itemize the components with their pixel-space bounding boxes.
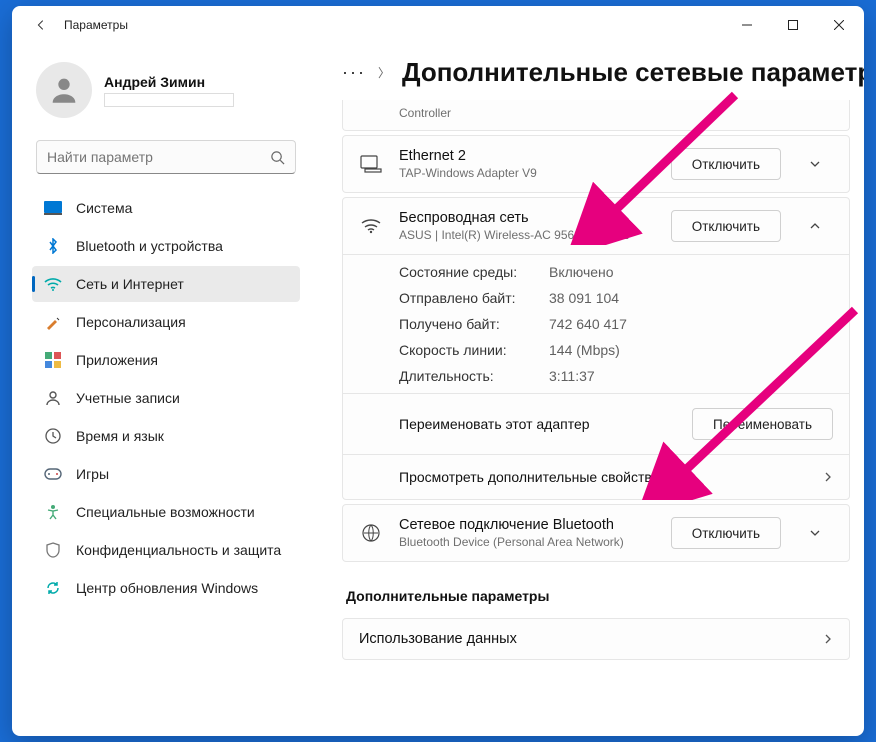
detail-label: Получено байт: — [399, 316, 549, 332]
settings-window: Параметры Андрей Зимин Систе — [12, 6, 864, 736]
search-input[interactable] — [47, 149, 270, 165]
disable-button[interactable]: Отключить — [671, 148, 781, 180]
adapter-subtitle: ASUS | Intel(R) Wireless-AC 9560 160MHz — [399, 228, 655, 242]
accessibility-icon — [44, 503, 62, 521]
nav-label: Bluetooth и устройства — [76, 238, 223, 254]
detail-value: Включено — [549, 264, 614, 280]
nav-label: Учетные записи — [76, 390, 180, 406]
nav-gaming[interactable]: Игры — [32, 456, 300, 492]
nav-label: Система — [76, 200, 132, 216]
nav-personalization[interactable]: Персонализация — [32, 304, 300, 340]
detail-value: 38 091 104 — [549, 290, 619, 306]
nav-label: Игры — [76, 466, 109, 482]
adapter-card-truncated: Controller — [342, 100, 850, 131]
nav-label: Приложения — [76, 352, 158, 368]
detail-value: 3:11:37 — [549, 368, 595, 384]
adapter-details: Состояние среды:Включено Отправлено байт… — [343, 254, 849, 393]
page-title: Дополнительные сетевые параметры — [402, 57, 864, 88]
data-usage-row[interactable]: Использование данных — [342, 618, 850, 660]
nav-label: Конфиденциальность и защита — [76, 542, 281, 558]
nav-time[interactable]: Время и язык — [32, 418, 300, 454]
disable-button[interactable]: Отключить — [671, 210, 781, 242]
nav-label: Персонализация — [76, 314, 186, 330]
detail-label: Скорость линии: — [399, 342, 549, 358]
wifi-icon — [359, 214, 383, 238]
adapter-title: Беспроводная сеть — [399, 210, 655, 226]
minimize-button[interactable] — [724, 8, 770, 42]
expand-button[interactable] — [797, 148, 833, 180]
breadcrumb: ··· 〉 Дополнительные сетевые параметры — [342, 44, 858, 100]
clock-icon — [44, 427, 62, 445]
gaming-icon — [44, 465, 62, 483]
adapter-card-bluetooth: Сетевое подключение Bluetooth Bluetooth … — [342, 504, 850, 562]
adapter-title: Ethernet 2 — [399, 148, 655, 164]
main-content: ··· 〉 Дополнительные сетевые параметры C… — [312, 44, 864, 736]
nav-update[interactable]: Центр обновления Windows — [32, 570, 300, 606]
maximize-button[interactable] — [770, 8, 816, 42]
profile[interactable]: Андрей Зимин — [28, 56, 304, 132]
detail-value: 742 640 417 — [549, 316, 627, 332]
chevron-right-icon — [823, 471, 833, 483]
nav-accessibility[interactable]: Специальные возможности — [32, 494, 300, 530]
rename-button[interactable]: Переименовать — [692, 408, 833, 440]
adapter-subtitle: Bluetooth Device (Personal Area Network) — [399, 535, 655, 549]
nav-system[interactable]: Система — [32, 190, 300, 226]
adapter-title: Сетевое подключение Bluetooth — [399, 517, 655, 533]
nav-privacy[interactable]: Конфиденциальность и защита — [32, 532, 300, 568]
sidebar: Андрей Зимин Система Bluetooth и устройс… — [12, 44, 312, 736]
expand-button[interactable] — [797, 517, 833, 549]
nav: Система Bluetooth и устройства Сеть и Ин… — [28, 190, 304, 606]
chevron-right-icon — [823, 633, 833, 645]
accounts-icon — [44, 389, 62, 407]
view-more-props-row[interactable]: Просмотреть дополнительные свойства — [343, 454, 849, 499]
nav-label: Сеть и Интернет — [76, 276, 184, 292]
rename-adapter-row: Переименовать этот адаптер Переименовать — [343, 393, 849, 454]
more-props-label: Просмотреть дополнительные свойства — [399, 469, 807, 485]
nav-label: Специальные возможности — [76, 504, 255, 520]
shield-icon — [44, 541, 62, 559]
apps-icon — [44, 351, 62, 369]
nav-apps[interactable]: Приложения — [32, 342, 300, 378]
disable-button[interactable]: Отключить — [671, 517, 781, 549]
collapse-button[interactable] — [797, 210, 833, 242]
profile-name: Андрей Зимин — [104, 74, 234, 90]
network-icon — [44, 275, 62, 293]
detail-label: Отправлено байт: — [399, 290, 549, 306]
window-title: Параметры — [64, 18, 724, 32]
nav-bluetooth[interactable]: Bluetooth и устройства — [32, 228, 300, 264]
nav-label: Центр обновления Windows — [76, 580, 258, 596]
nav-accounts[interactable]: Учетные записи — [32, 380, 300, 416]
chevron-right-icon: 〉 — [378, 64, 390, 81]
personalization-icon — [44, 313, 62, 331]
nav-network[interactable]: Сеть и Интернет — [32, 266, 300, 302]
detail-label: Длительность: — [399, 368, 549, 384]
bluetooth-icon — [44, 237, 62, 255]
section-heading: Дополнительные параметры — [342, 566, 850, 614]
data-usage-label: Использование данных — [359, 631, 807, 647]
system-icon — [44, 199, 62, 217]
detail-value: 144 (Mbps) — [549, 342, 620, 358]
profile-email-redacted — [104, 93, 234, 107]
rename-label: Переименовать этот адаптер — [399, 416, 676, 432]
adapter-card-ethernet2: Ethernet 2 TAP-Windows Adapter V9 Отключ… — [342, 135, 850, 193]
bt-network-icon — [359, 521, 383, 545]
adapter-card-wifi: Беспроводная сеть ASUS | Intel(R) Wirele… — [342, 197, 850, 500]
search-box[interactable] — [36, 140, 296, 174]
search-icon — [270, 150, 285, 165]
close-button[interactable] — [816, 8, 862, 42]
update-icon — [44, 579, 62, 597]
ethernet-icon — [359, 152, 383, 176]
breadcrumb-more[interactable]: ··· — [342, 62, 366, 83]
nav-label: Время и язык — [76, 428, 164, 444]
adapter-subtitle: TAP-Windows Adapter V9 — [399, 166, 655, 180]
titlebar: Параметры — [12, 6, 864, 44]
detail-label: Состояние среды: — [399, 264, 549, 280]
back-button[interactable] — [26, 10, 56, 40]
adapter-sub-truncated: Controller — [399, 106, 833, 120]
avatar — [36, 62, 92, 118]
